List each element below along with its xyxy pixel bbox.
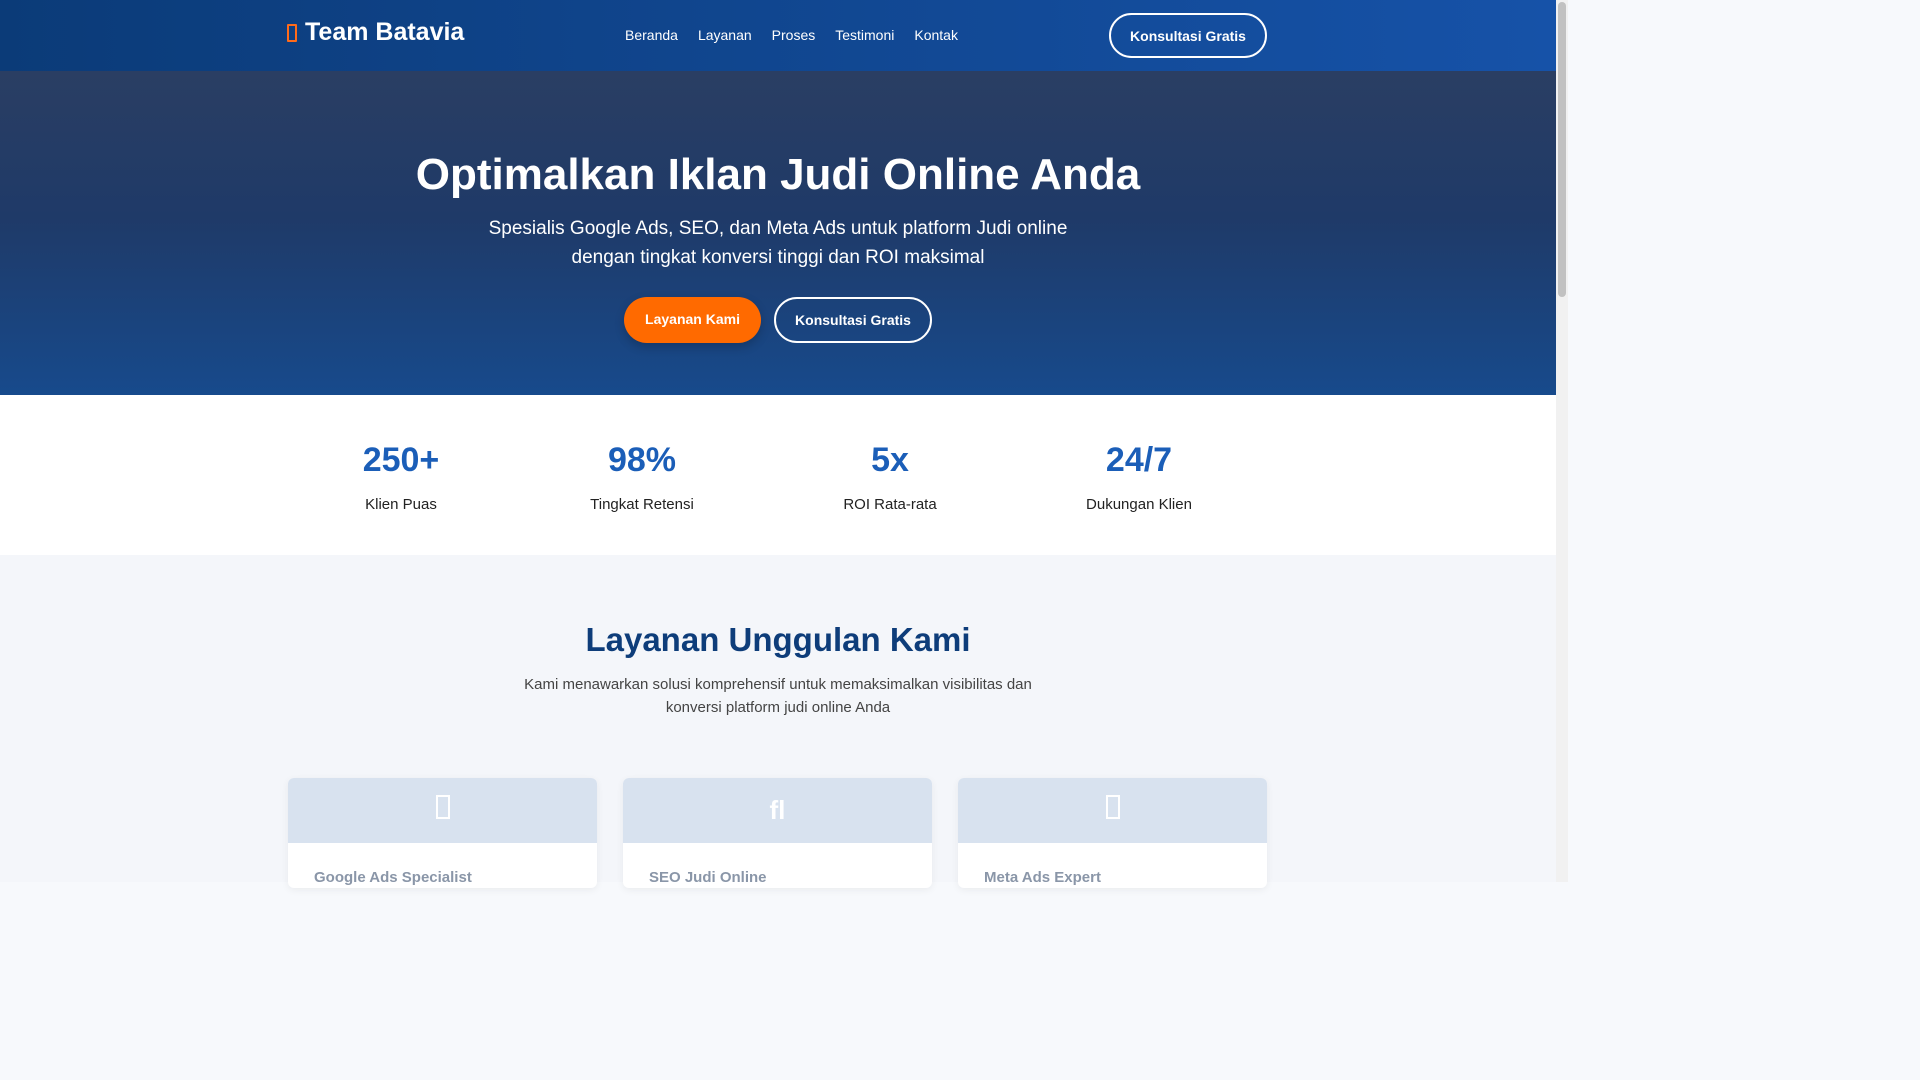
stat-value: 5x [871, 441, 909, 479]
stat-value: 24/7 [1105, 441, 1173, 479]
stat-label: ROI Rata-rata [843, 496, 937, 513]
hero-consult-button[interactable]: Konsultasi Gratis [774, 297, 932, 343]
service-card-seo[interactable]: ﬂ SEO Judi Online [623, 778, 932, 888]
stat-support: 24/7 Dukungan Klien [1029, 441, 1249, 513]
card-title: Meta Ads Expert [984, 869, 1101, 886]
scrollbar-thumb[interactable] [1558, 2, 1566, 297]
card-header: ﬂ [623, 778, 932, 843]
services-button[interactable]: Layanan Kami [624, 297, 761, 343]
stat-label: Tingkat Retensi [590, 496, 694, 513]
stat-retention: 98% Tingkat Retensi [532, 441, 752, 513]
service-card-meta-ads[interactable]: Meta Ads Expert [958, 778, 1267, 888]
services-section: Layanan Unggulan Kami Kami menawarkan so… [0, 555, 1556, 888]
card-header [958, 778, 1267, 843]
brand-icon [287, 23, 297, 42]
stat-label: Klien Puas [365, 496, 437, 513]
hero-buttons: Layanan Kami Konsultasi Gratis [0, 297, 1556, 343]
hero-section: Optimalkan Iklan Judi Online Anda Spesia… [0, 71, 1556, 395]
card-title: SEO Judi Online [649, 869, 767, 886]
search-icon: ﬂ [769, 795, 786, 825]
nav-consult-button[interactable]: Konsultasi Gratis [1109, 13, 1267, 58]
nav-link-kontak[interactable]: Kontak [904, 24, 968, 46]
stat-clients: 250+ Klien Puas [291, 441, 511, 513]
stats-section: 250+ Klien Puas 98% Tingkat Retensi 5x R… [0, 395, 1556, 555]
nav-link-beranda[interactable]: Beranda [615, 24, 688, 46]
nav-link-testimoni[interactable]: Testimoni [825, 24, 904, 46]
nav-link-layanan[interactable]: Layanan [688, 24, 762, 46]
brand-name: Team Batavia [305, 18, 465, 46]
services-description: Kami menawarkan solusi komprehensif untu… [524, 676, 1032, 716]
google-icon [435, 795, 450, 826]
card-header [288, 778, 597, 843]
card-title: Google Ads Specialist [314, 869, 472, 886]
service-card-google-ads[interactable]: Google Ads Specialist [288, 778, 597, 888]
navbar: Team Batavia Beranda Layanan Proses Test… [0, 0, 1556, 71]
stat-roi: 5x ROI Rata-rata [780, 441, 1000, 513]
nav-links: Beranda Layanan Proses Testimoni Kontak [615, 24, 968, 46]
hero-subtitle: Spesialis Google Ads, SEO, dan Meta Ads … [488, 218, 1068, 268]
meta-icon [1105, 795, 1120, 826]
stat-value: 250+ [362, 441, 440, 479]
nav-link-proses[interactable]: Proses [762, 24, 826, 46]
hero-title: Optimalkan Iklan Judi Online Anda [415, 150, 1141, 199]
stat-value: 98% [607, 441, 677, 479]
services-title: Layanan Unggulan Kami [585, 621, 971, 658]
page-scrollbar[interactable] [1556, 0, 1568, 882]
stat-label: Dukungan Klien [1086, 496, 1192, 513]
brand-logo[interactable]: Team Batavia [287, 18, 464, 47]
